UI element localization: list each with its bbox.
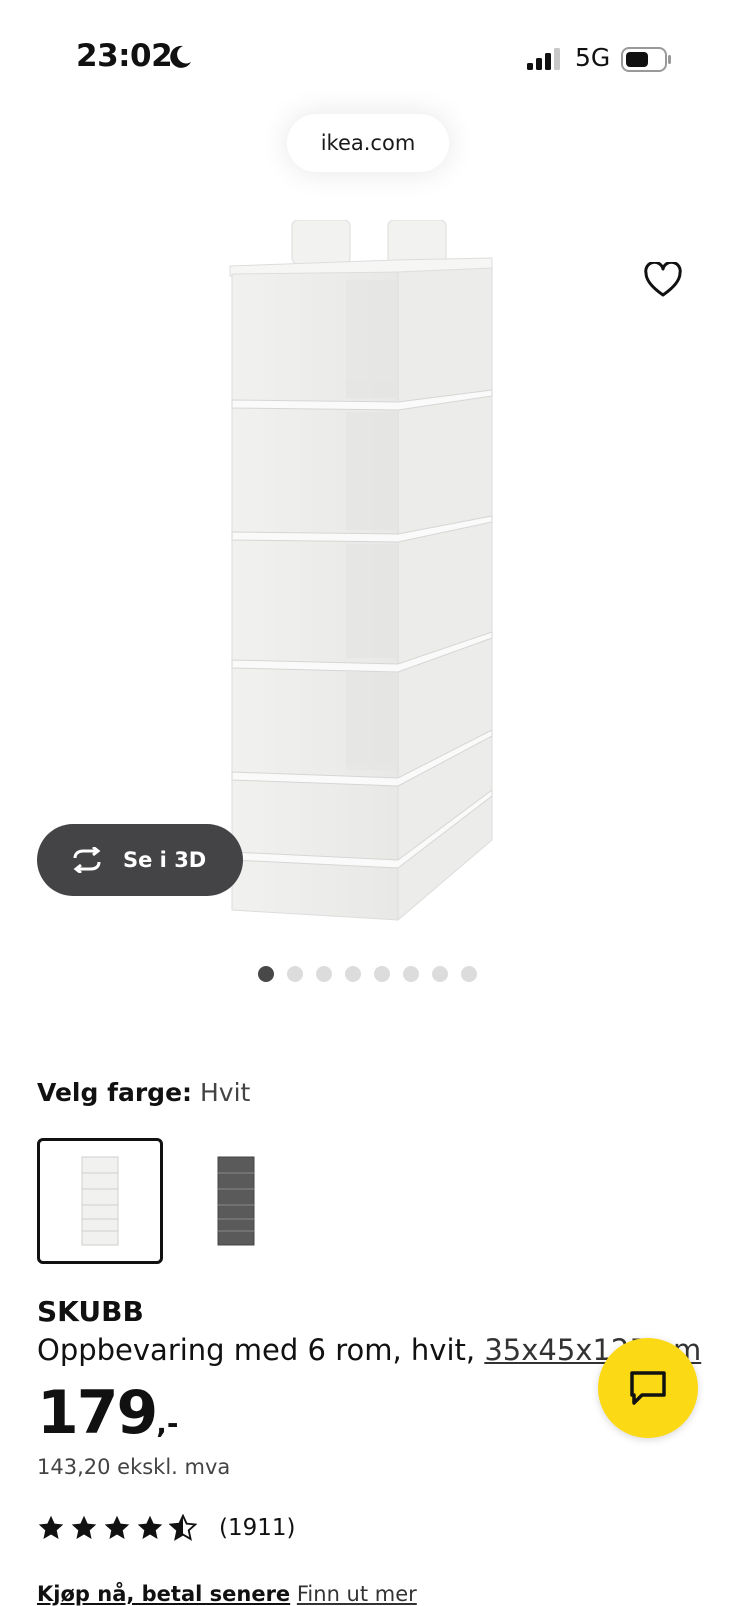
star-icon	[104, 1515, 130, 1539]
rotate-3d-icon	[73, 847, 101, 873]
battery-icon	[621, 47, 671, 72]
product-description-text: Oppbevaring med 6 rom, hvit,	[37, 1333, 485, 1367]
rating-stars	[37, 1514, 197, 1542]
view-3d-button[interactable]: Se i 3D	[37, 824, 243, 896]
status-time: 23:02	[76, 38, 173, 74]
status-bar: 23:02 5G	[0, 0, 736, 110]
payment-info: Kjøp nå, betal senere Finn ut mer	[37, 1582, 417, 1606]
swatch-grey-image	[217, 1156, 255, 1246]
chat-button[interactable]	[598, 1338, 698, 1438]
swatch-white-image	[81, 1156, 119, 1246]
product-price: 179,-	[37, 1378, 179, 1448]
url-bar[interactable]: ikea.com	[287, 114, 449, 172]
half-star-icon	[169, 1514, 197, 1541]
price-excl-vat: 143,20 ekskl. mva	[37, 1455, 231, 1479]
view-3d-label: Se i 3D	[123, 848, 207, 872]
chat-icon	[630, 1371, 666, 1405]
color-selector-label: Velg farge: Hvit	[37, 1078, 250, 1107]
color-swatch-grey[interactable]	[173, 1138, 299, 1264]
pagination-dot[interactable]	[287, 966, 303, 982]
url-text: ikea.com	[320, 131, 416, 155]
gallery-pagination	[258, 966, 477, 982]
star-icon	[137, 1515, 163, 1539]
color-swatch-white[interactable]	[37, 1138, 163, 1264]
product-image	[229, 220, 493, 922]
moon-icon	[170, 45, 191, 68]
color-label-key: Velg farge:	[37, 1078, 193, 1107]
review-count: (1911)	[219, 1515, 296, 1541]
pagination-dot[interactable]	[258, 966, 274, 982]
signal-icon	[527, 48, 560, 70]
pagination-dot[interactable]	[345, 966, 361, 982]
price-suffix: ,-	[156, 1407, 179, 1440]
star-icon	[38, 1515, 64, 1539]
product-description: Oppbevaring med 6 rom, hvit, 35x45x125 c…	[37, 1333, 701, 1367]
product-rating[interactable]: (1911)	[37, 1514, 295, 1542]
color-label-value: Hvit	[199, 1078, 251, 1107]
pagination-dot[interactable]	[374, 966, 390, 982]
heart-icon[interactable]	[644, 262, 682, 298]
payment-lead: Kjøp nå, betal senere	[37, 1582, 291, 1606]
pagination-dot[interactable]	[316, 966, 332, 982]
product-name: SKUBB	[37, 1295, 144, 1328]
network-label: 5G	[575, 43, 611, 72]
price-integer: 179	[37, 1378, 158, 1448]
pagination-dot[interactable]	[461, 966, 477, 982]
pagination-dot[interactable]	[403, 966, 419, 982]
pagination-dot[interactable]	[432, 966, 448, 982]
star-icon	[71, 1515, 97, 1539]
payment-more-link[interactable]: Finn ut mer	[297, 1582, 417, 1606]
